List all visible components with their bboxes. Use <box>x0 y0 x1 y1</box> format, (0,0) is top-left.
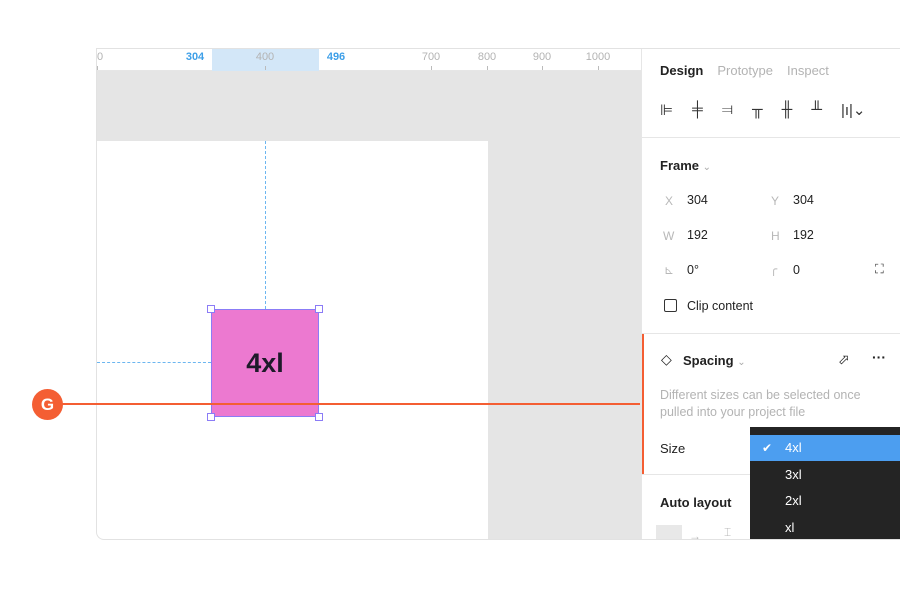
y-input[interactable]: 304 <box>793 193 814 207</box>
h-label: H <box>771 229 780 243</box>
corner-radius-icon: ╭ <box>770 262 778 276</box>
vertical-guide <box>265 141 266 309</box>
go-to-main-component-icon[interactable]: ⬀ <box>838 351 850 368</box>
direction-horizontal-icon[interactable]: → <box>689 529 701 539</box>
tab-design[interactable]: Design <box>660 63 703 78</box>
component-label: 4xl <box>246 347 284 378</box>
corner-radius-input[interactable]: 0 <box>793 263 800 277</box>
ruler-label: 900 <box>532 51 552 63</box>
auto-layout-title[interactable]: Auto layout <box>660 495 732 510</box>
ruler-tick <box>97 66 98 70</box>
ruler-tick <box>487 66 488 70</box>
independent-corners-icon[interactable]: ⛶ <box>875 262 884 277</box>
horizontal-guide <box>97 362 211 363</box>
ruler-label: 800 <box>477 51 497 63</box>
component-diamond-icon: ◇ <box>661 351 672 367</box>
size-dropdown-menu: ✔ 4xl 3xl 2xl xl <box>750 427 900 539</box>
editor-window: 00 304 400 496 700 800 900 1000 4xl Design Prot… <box>96 48 900 540</box>
width-input[interactable]: 192 <box>687 228 708 242</box>
rotation-icon: ⊾ <box>664 263 675 277</box>
dropdown-option-2xl[interactable]: 2xl <box>750 488 900 514</box>
spacing-section-title[interactable]: Spacing ⌄ <box>683 353 746 368</box>
divider <box>642 333 900 334</box>
y-label: Y <box>771 194 780 208</box>
clip-content-label: Clip content <box>687 299 754 313</box>
distribute-icon[interactable]: |ı|⌄ <box>841 101 866 119</box>
annotation-line <box>62 403 640 405</box>
resize-handle-tl[interactable] <box>207 305 215 313</box>
ruler-tick <box>598 66 599 70</box>
ruler-label: 304 <box>185 51 205 63</box>
x-input[interactable]: 304 <box>687 193 708 207</box>
align-top-icon[interactable]: ╥ <box>752 101 763 119</box>
ruler-tick <box>431 66 432 70</box>
dropdown-option-4xl[interactable]: ✔ 4xl <box>750 435 900 461</box>
selected-spacing-component[interactable]: 4xl <box>211 309 319 417</box>
resize-handle-bl[interactable] <box>207 413 215 421</box>
frame-section-title[interactable]: Frame ⌄ <box>660 158 711 173</box>
align-bottom-icon[interactable]: ╨ <box>811 101 822 119</box>
tab-prototype[interactable]: Prototype <box>717 63 773 78</box>
dropdown-option-xl[interactable]: xl <box>750 515 900 539</box>
size-label: Size <box>660 441 686 456</box>
tab-inspect[interactable]: Inspect <box>787 63 829 78</box>
clip-content-checkbox[interactable] <box>664 299 677 312</box>
align-h-center-icon[interactable]: ╪ <box>692 101 703 119</box>
height-input[interactable]: 192 <box>793 228 814 242</box>
ruler-tick <box>265 66 266 70</box>
rotation-input[interactable]: 0° <box>687 263 699 277</box>
ruler-label: 496 <box>326 51 346 63</box>
more-options-icon[interactable]: ··· <box>872 349 886 365</box>
annotation-marker: G <box>32 389 63 420</box>
ruler-tick <box>542 66 543 70</box>
ruler-label: 1000 <box>585 51 611 63</box>
dropdown-option-3xl[interactable]: 3xl <box>750 462 900 488</box>
direction-vertical-button[interactable] <box>656 525 682 539</box>
spacing-description: Different sizes can be selected once pul… <box>660 388 861 419</box>
w-label: W <box>663 229 675 243</box>
resize-handle-br[interactable] <box>315 413 323 421</box>
ruler-label: 00 <box>96 51 104 63</box>
align-right-icon[interactable]: ⫤ <box>722 101 733 119</box>
highlight-bar <box>642 334 644 474</box>
design-panel: Design Prototype Inspect ⊫ ╪ ⫤ ╥ ╫ ╨ |ı|… <box>641 49 900 539</box>
divider <box>642 137 900 138</box>
horizontal-ruler: 00 304 400 496 700 800 900 1000 <box>97 49 641 71</box>
align-v-center-icon[interactable]: ╫ <box>782 101 793 119</box>
wrap-icon[interactable]: ⌶ <box>724 525 731 539</box>
ruler-label: 700 <box>421 51 441 63</box>
align-left-icon[interactable]: ⊫ <box>660 101 673 119</box>
ruler-label: 400 <box>255 51 275 63</box>
resize-handle-tr[interactable] <box>315 305 323 313</box>
check-icon: ✔ <box>762 441 773 455</box>
x-label: X <box>665 194 674 208</box>
